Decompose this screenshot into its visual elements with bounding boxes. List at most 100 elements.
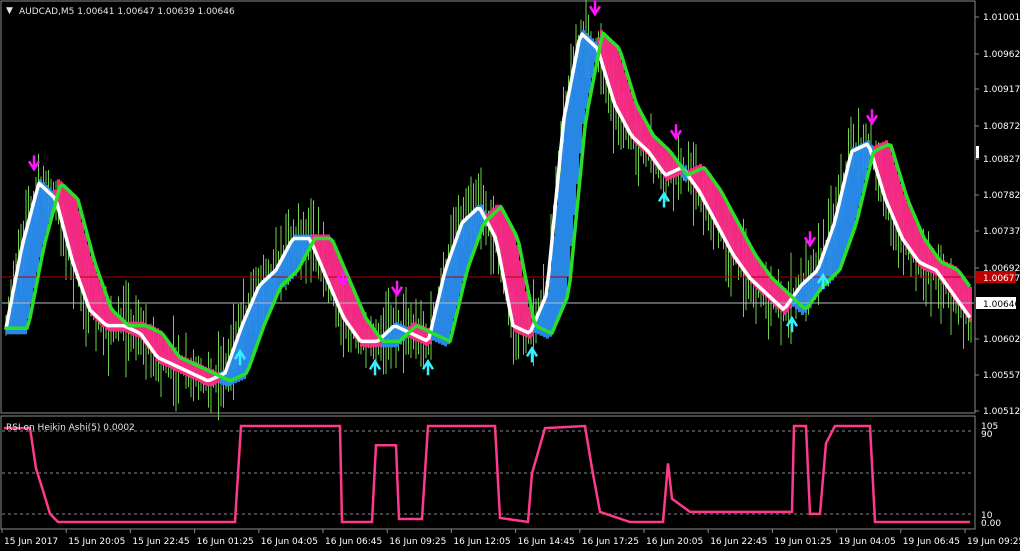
scroll-marker[interactable]: [976, 146, 979, 158]
ha-bull-block: [843, 183, 846, 256]
ha-bear-block: [78, 210, 81, 284]
sell-arrow-icon: [390, 280, 404, 298]
ha-bull-block: [456, 235, 459, 307]
ha-bear-block: [522, 275, 525, 336]
ha-bull-block: [852, 147, 855, 231]
price-tick-label: 1.00917: [983, 85, 1020, 95]
ha-bull-block: [39, 179, 42, 258]
ha-bear-block: [84, 233, 87, 300]
rsi-level-0: 0.00: [981, 519, 1001, 529]
ha-bull-block: [459, 227, 462, 294]
price-tick-label: 1.00737: [983, 227, 1020, 237]
time-tick-label: 16 Jun 14:45: [518, 537, 575, 547]
ha-bull-block: [579, 37, 582, 154]
time-tick-label: 16 Jun 04:05: [261, 537, 318, 547]
ha-bull-block: [24, 234, 27, 335]
ha-bear-block: [618, 52, 621, 117]
buy-arrow-icon: [525, 346, 539, 363]
ha-bull-block: [465, 216, 468, 272]
ha-bull-block: [27, 223, 30, 319]
ha-bull-block: [837, 208, 840, 273]
time-tick-label: 16 Jun 06:45: [325, 537, 382, 547]
time-tick-label: 16 Jun 09:25: [389, 537, 446, 547]
ha-bull-block: [42, 182, 45, 245]
time-tick-label: 19 Jun 04:05: [839, 537, 896, 547]
price-tick-label: 1.00782: [983, 191, 1020, 201]
ha-bull-block: [36, 189, 39, 273]
ha-bear-block: [93, 264, 96, 319]
ha-bull-block: [849, 158, 852, 239]
ha-bull-block: [21, 247, 24, 335]
ha-bull-block: [567, 98, 570, 277]
price-tick-label: 1.00827: [983, 155, 1020, 165]
ha-bull-block: [576, 52, 579, 185]
ha-bull-block: [561, 143, 564, 309]
ha-bull-block: [450, 252, 453, 332]
ha-bear-block: [621, 62, 624, 123]
time-tick-label: 16 Jun 17:25: [582, 537, 639, 547]
candlestick-series: [5, 0, 972, 421]
price-tick-label: 1.00512: [983, 407, 1020, 417]
ha-bull-block: [246, 312, 249, 371]
price-tick-label: 1.01001: [983, 13, 1020, 23]
trading-chart-window[interactable]: ▼ AUDCAD,M5 1.00641 1.00647 1.00639 1.00…: [0, 0, 1020, 551]
ha-bull-block: [582, 30, 585, 125]
time-tick-label: 15 Jun 2017: [4, 537, 58, 547]
heikin-ashi-blocks: [6, 30, 972, 387]
ha-bull-block: [855, 145, 858, 219]
ha-bear-block: [891, 154, 894, 219]
ha-bull-block: [846, 170, 849, 248]
ha-bear-block: [516, 245, 519, 333]
price-tick-label: 1.00962: [983, 50, 1020, 60]
ha-bull-block: [834, 220, 837, 278]
ha-bull-block: [585, 32, 588, 109]
time-axis[interactable]: 15 Jun 2017 15 Jun 20:05 15 Jun 22:45 16 Ju…: [1, 529, 1020, 547]
ha-bull-block: [840, 195, 843, 264]
bid-price-value: 1.00646: [983, 300, 1020, 310]
ha-bull-block: [564, 114, 567, 302]
sell-arrow-icon: [27, 155, 41, 172]
ha-bear-block: [888, 144, 891, 212]
rsi-level-lines: [2, 430, 974, 515]
rsi-level-90: 90: [981, 430, 993, 440]
rsi-line: [4, 424, 970, 524]
ha-bull-block: [258, 284, 261, 338]
time-tick-label: 16 Jun 12:05: [453, 537, 510, 547]
price-axis[interactable]: 1.01001 1.00962 1.00917 1.00872 1.00827 1.007…: [975, 13, 1020, 417]
green-trend-line: [4, 31, 971, 383]
ha-bull-block: [444, 271, 447, 347]
price-tick-label: 1.00602: [983, 335, 1020, 345]
time-tick-label: 16 Jun 22:45: [710, 537, 767, 547]
sell-arrow-icon: [865, 109, 879, 126]
ha-bull-block: [570, 83, 573, 247]
buy-arrow-icon: [368, 359, 382, 376]
ha-bear-block: [81, 221, 84, 292]
menu-dropdown-icon[interactable]: ▼: [6, 6, 13, 16]
ha-bull-block: [468, 213, 471, 263]
ha-bull-block: [453, 244, 456, 319]
time-tick-label: 16 Jun 01:25: [197, 537, 254, 547]
ha-bull-block: [558, 174, 561, 316]
time-tick-label: 19 Jun 01:25: [774, 537, 831, 547]
symbol-header: AUDCAD,M5 1.00641 1.00647 1.00639 1.0064…: [19, 7, 235, 17]
ha-bull-block: [249, 305, 252, 363]
ha-bull-block: [462, 219, 465, 282]
ha-bull-block: [33, 201, 36, 289]
buy-arrow-icon: [421, 358, 435, 376]
time-tick-label: 15 Jun 20:05: [68, 537, 125, 547]
ask-price-value: 1.00677: [983, 274, 1020, 284]
ha-bull-block: [261, 280, 264, 330]
price-tick-label: 1.00557: [983, 371, 1020, 381]
ha-bull-block: [255, 291, 258, 346]
time-tick-label: 19 Jun 09:25: [967, 537, 1020, 547]
buy-arrow-icon: [657, 191, 671, 208]
ha-bull-block: [252, 298, 255, 354]
ha-bull-block: [30, 212, 33, 304]
ha-bull-block: [555, 205, 558, 323]
time-tick-label: 15 Jun 22:45: [132, 537, 189, 547]
rsi-title: RSI on Heikin Ashi(5) 0.0002: [6, 423, 135, 433]
ha-bull-block: [858, 144, 861, 206]
sell-arrow-icon: [669, 124, 683, 141]
price-tick-label: 1.00872: [983, 122, 1020, 132]
rsi-axis: 105 90 10 0.00: [981, 422, 1001, 529]
